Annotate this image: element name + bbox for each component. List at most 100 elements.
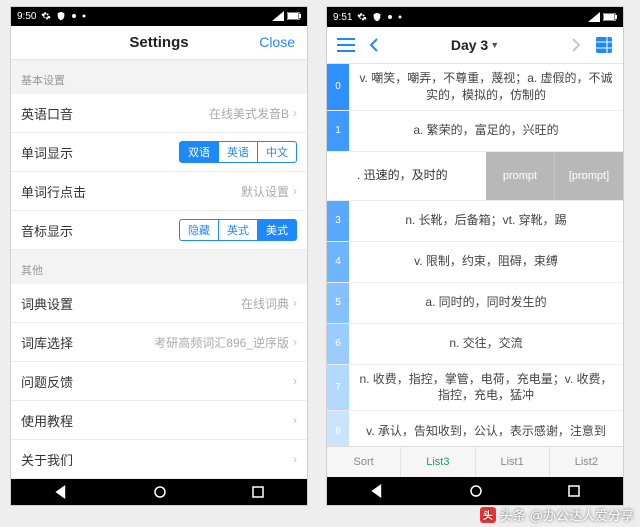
signal-icon	[588, 12, 600, 22]
segment-option[interactable]: 英语	[219, 141, 258, 163]
chevron-right-icon: ›	[293, 374, 297, 388]
card-definition: v. 嘲笑，嘲弄，不尊重，蔑视；a. 虚假的，不诚实的，模拟的，仿制的	[349, 64, 623, 110]
card-definition: v. 承认，告知收到，公认，表示感谢，注意到	[349, 411, 623, 446]
gear-icon	[357, 12, 367, 22]
segment-option[interactable]: 英式	[219, 219, 258, 241]
dot-icon	[82, 14, 86, 18]
card-index	[327, 152, 349, 200]
back-icon[interactable]	[54, 485, 68, 499]
chevron-right-icon: ›	[293, 452, 297, 466]
shield-icon	[372, 12, 382, 22]
tab-list3[interactable]: List3	[401, 447, 475, 477]
home-icon[interactable]	[470, 485, 482, 497]
back-icon[interactable]	[370, 484, 384, 498]
row-label: 使用教程	[21, 411, 73, 430]
day-selector[interactable]: Day 3 ▼	[391, 37, 559, 53]
chevron-right-icon: ›	[293, 184, 297, 198]
next-icon[interactable]	[565, 38, 587, 52]
status-time: 9:51	[333, 12, 352, 23]
settings-row[interactable]: 音标显示 隐藏英式美式	[11, 211, 307, 250]
card-index: 5	[327, 283, 349, 323]
settings-row[interactable]: 英语口音 在线美式发音B›	[11, 94, 307, 133]
phone-right: 9:51 Day 3 ▼ 0v. 嘲笑，嘲弄，不尊重，蔑视；a. 虚假的，不诚实…	[326, 6, 624, 506]
row-label: 英语口音	[21, 104, 73, 123]
row-label: 词库选择	[21, 333, 73, 352]
vocab-card[interactable]: 8v. 承认，告知收到，公认，表示感谢，注意到	[327, 411, 623, 446]
shield-icon	[56, 11, 66, 21]
vocab-card[interactable]: 5a. 同时的，同时发生的	[327, 283, 623, 324]
recent-icon[interactable]	[568, 485, 580, 497]
row-value: 考研高频词汇896_逆序版›	[154, 334, 297, 351]
home-icon[interactable]	[154, 486, 166, 498]
bottom-tabs: SortList3List1List2	[327, 446, 623, 477]
status-bar: 9:51	[327, 7, 623, 27]
vocab-card[interactable]: . 迅速的，及时的prompt[prɒmpt]	[327, 152, 623, 201]
prev-icon[interactable]	[363, 38, 385, 52]
row-label: 音标显示	[21, 221, 73, 240]
chevron-right-icon: ›	[293, 413, 297, 427]
card-definition: a. 同时的，同时发生的	[349, 283, 623, 323]
status-time: 9:50	[17, 11, 36, 22]
vocab-card[interactable]: 4v. 限制，约束，阻碍，束缚	[327, 242, 623, 283]
card-index: 1	[327, 111, 349, 151]
recent-icon[interactable]	[252, 486, 264, 498]
settings-header: Settings Close	[11, 26, 307, 60]
settings-row[interactable]: 词库选择 考研高频词汇896_逆序版›	[11, 323, 307, 362]
tab-sort[interactable]: Sort	[327, 447, 401, 477]
segment-option[interactable]: 隐藏	[179, 219, 219, 241]
tab-list2[interactable]: List2	[550, 447, 623, 477]
android-navbar	[327, 477, 623, 505]
card-index: 6	[327, 324, 349, 364]
vocab-card[interactable]: 0v. 嘲笑，嘲弄，不尊重，蔑视；a. 虚假的，不诚实的，模拟的，仿制的	[327, 64, 623, 111]
settings-row[interactable]: 问题反馈›	[11, 362, 307, 401]
row-value: 默认设置›	[241, 183, 297, 200]
card-definition: n. 交往，交流	[349, 324, 623, 364]
card-index: 3	[327, 201, 349, 241]
segmented-control[interactable]: 隐藏英式美式	[179, 219, 297, 241]
vocab-list[interactable]: 0v. 嘲笑，嘲弄，不尊重，蔑视；a. 虚假的，不诚实的，模拟的，仿制的1a. …	[327, 64, 623, 446]
settings-row[interactable]: 词典设置 在线词典›	[11, 284, 307, 323]
row-value: 在线美式发音B›	[209, 105, 297, 122]
card-actions: prompt[prɒmpt]	[486, 152, 623, 200]
segment-option[interactable]: 美式	[258, 219, 297, 241]
card-index: 8	[327, 411, 349, 446]
section-header-other: 其他	[11, 250, 307, 284]
row-value: 在线词典›	[241, 295, 297, 312]
settings-row[interactable]: 使用教程 ›	[11, 401, 307, 440]
card-index: 0	[327, 64, 349, 110]
battery-icon	[287, 12, 301, 20]
tab-list1[interactable]: List1	[476, 447, 550, 477]
dot-icon	[71, 13, 77, 19]
signal-icon	[272, 11, 284, 21]
settings-row[interactable]: 单词行点击默认设置›	[11, 172, 307, 211]
chevron-down-icon: ▼	[490, 40, 499, 50]
card-action-button[interactable]: [prɒmpt]	[554, 152, 623, 200]
vocab-card[interactable]: 3n. 长靴，后备箱；vt. 穿靴，踢	[327, 201, 623, 242]
dot-icon	[398, 15, 402, 19]
grid-icon[interactable]	[593, 37, 615, 53]
segmented-control[interactable]: 双语英语中文	[179, 141, 297, 163]
day-title: Day 3	[451, 37, 488, 53]
card-action-button[interactable]: prompt	[486, 152, 554, 200]
chevron-right-icon: ›	[293, 335, 297, 349]
status-bar: 9:50	[11, 7, 307, 26]
card-index: 4	[327, 242, 349, 282]
segment-option[interactable]: 中文	[258, 141, 297, 163]
segment-option[interactable]: 双语	[179, 141, 219, 163]
menu-icon[interactable]	[335, 38, 357, 52]
vocab-card[interactable]: 6n. 交往，交流	[327, 324, 623, 365]
row-label: 单词显示	[21, 143, 73, 162]
card-definition: n. 长靴，后备箱；vt. 穿靴，踢	[349, 201, 623, 241]
row-value: ›	[289, 374, 297, 388]
close-button[interactable]: Close	[259, 26, 295, 59]
page-title: Settings	[129, 34, 188, 51]
row-value: ›	[289, 452, 297, 466]
vocab-card[interactable]: 1a. 繁荣的，富足的，兴旺的	[327, 111, 623, 152]
settings-row[interactable]: 关于我们›	[11, 440, 307, 479]
chevron-right-icon: ›	[293, 106, 297, 120]
row-label: 词典设置	[21, 294, 73, 313]
card-definition: v. 限制，约束，阻碍，束缚	[349, 242, 623, 282]
card-definition: n. 收费，指控，掌管，电荷，充电量；v. 收费，指控，充电，猛冲	[349, 365, 623, 411]
settings-row[interactable]: 单词显示 双语英语中文	[11, 133, 307, 172]
vocab-card[interactable]: 7n. 收费，指控，掌管，电荷，充电量；v. 收费，指控，充电，猛冲	[327, 365, 623, 412]
